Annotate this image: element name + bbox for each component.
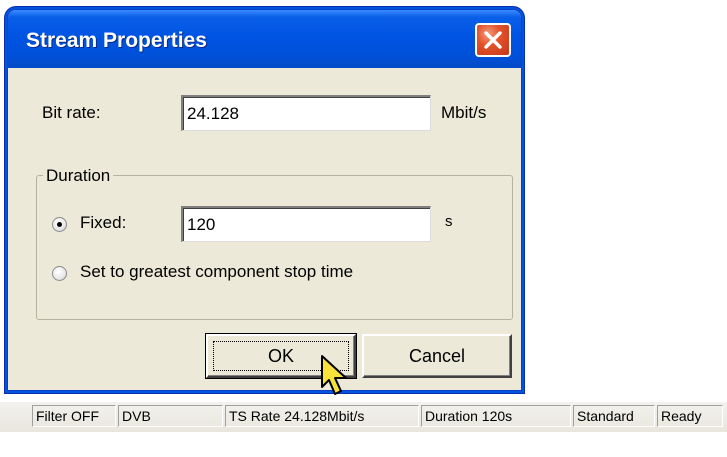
duration-group-label: Duration [43, 166, 114, 186]
greatest-stop-time-radio[interactable] [52, 266, 67, 281]
bitrate-label: Bit rate: [42, 103, 101, 122]
status-ready: Ready [657, 405, 723, 427]
dialog-titlebar[interactable]: Stream Properties [8, 10, 521, 68]
status-bar: Filter OFF DVB TS Rate 24.128Mbit/s Dura… [0, 401, 727, 432]
status-standard: Standard [573, 405, 655, 427]
status-mode: DVB [118, 405, 223, 427]
duration-unit: s [445, 213, 453, 230]
bitrate-unit: Mbit/s [441, 103, 487, 122]
duration-groupbox [36, 175, 513, 320]
duration-field-box [181, 206, 431, 242]
status-duration: Duration 120s [421, 405, 571, 427]
dialog-title: Stream Properties [26, 29, 207, 52]
status-ts-rate: TS Rate 24.128Mbit/s [225, 405, 419, 427]
bitrate-input[interactable] [183, 97, 430, 130]
cancel-button[interactable]: Cancel [362, 334, 512, 378]
duration-input[interactable] [183, 208, 430, 241]
bitrate-field-box [181, 95, 431, 131]
close-icon [484, 31, 502, 49]
close-button[interactable] [475, 23, 511, 57]
arrow-cursor-icon [321, 355, 347, 395]
cancel-button-label: Cancel [408, 346, 466, 366]
greatest-stop-time-label[interactable]: Set to greatest component stop time [80, 262, 353, 282]
fixed-radio[interactable] [52, 217, 67, 232]
status-filter: Filter OFF [32, 405, 116, 427]
radio-selected-dot [57, 222, 62, 227]
stream-properties-dialog: Stream Properties Bit rate: Mbit/s Durat… [8, 10, 521, 395]
fixed-label[interactable]: Fixed: [80, 213, 126, 233]
dialog-client-area: Bit rate: Mbit/s Duration Fixed: s Set t… [8, 68, 521, 395]
